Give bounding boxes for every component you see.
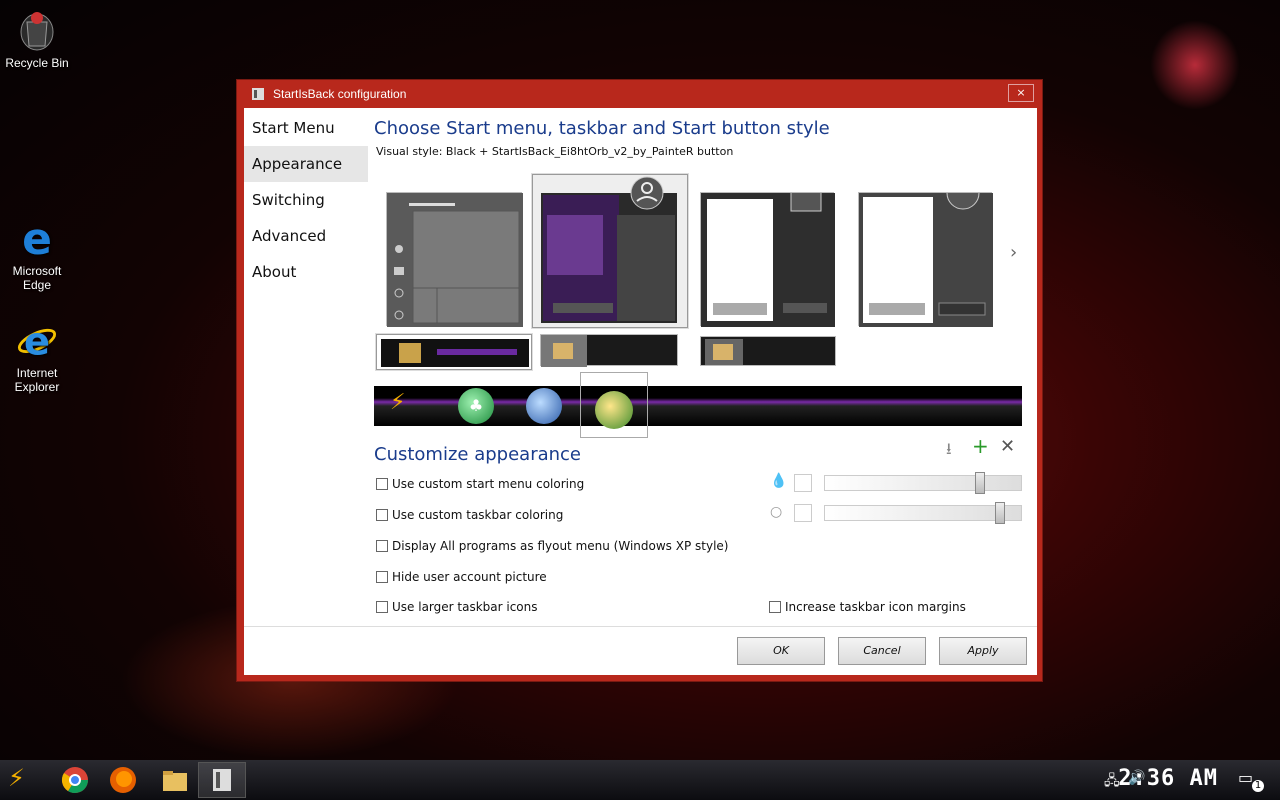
svg-text:e: e <box>24 319 50 363</box>
option-increase-icon-margins[interactable]: Increase taskbar icon margins <box>769 600 966 614</box>
desktop-icon-label: Internet Explorer <box>14 366 60 394</box>
chrome-icon[interactable] <box>60 765 90 795</box>
cancel-button[interactable]: Cancel <box>838 637 926 665</box>
recycle-bin-icon <box>15 8 59 52</box>
edge-icon: e <box>15 216 59 260</box>
svg-text:e: e <box>22 216 52 260</box>
firefox-icon[interactable] <box>108 765 138 795</box>
start-menu-color-swatch[interactable] <box>794 474 812 492</box>
checkbox[interactable] <box>376 478 388 490</box>
settings-nav: Start Menu Appearance Switching Advanced… <box>244 108 368 628</box>
start-button-style-3[interactable] <box>526 388 562 424</box>
option-label: Increase taskbar icon margins <box>785 600 966 614</box>
start-menu-style-4[interactable] <box>858 176 993 327</box>
taskbar: ⚡ 🖧 🔊 2:36 AM ▭ 1 <box>0 760 1280 800</box>
taskbar-style-3[interactable] <box>700 336 836 366</box>
outline-drop-icon: ○ <box>770 504 783 520</box>
app-icon <box>252 88 264 100</box>
filled-drop-icon: 💧 <box>770 473 788 489</box>
page-title: Choose Start menu, taskbar and Start but… <box>374 118 830 139</box>
desktop-icon-microsoft-edge[interactable]: e Microsoft Edge <box>0 216 74 292</box>
taskbar-style-2[interactable] <box>540 334 678 367</box>
slider-thumb[interactable] <box>995 502 1005 524</box>
start-button-style-2[interactable]: ♣ <box>458 388 494 424</box>
checkbox[interactable] <box>376 540 388 552</box>
customize-heading: Customize appearance <box>374 444 581 465</box>
start-button-strip: ⚡ ♣ <box>374 372 1022 438</box>
option-custom-taskbar-coloring[interactable]: Use custom taskbar coloring <box>376 508 563 522</box>
option-hide-user-picture[interactable]: Hide user account picture <box>376 570 547 584</box>
checkbox[interactable] <box>376 509 388 521</box>
option-label: Use larger taskbar icons <box>392 600 538 614</box>
clock[interactable]: 2:36 AM <box>1118 766 1218 791</box>
start-menu-style-3[interactable] <box>700 180 835 327</box>
checkbox[interactable] <box>376 601 388 613</box>
next-styles-arrow-icon[interactable]: › <box>1010 242 1017 263</box>
start-menu-opacity-slider[interactable] <box>824 472 1022 494</box>
speech-bubble-icon: ▭ <box>1238 768 1254 787</box>
window-title: StartIsBack configuration <box>273 87 407 101</box>
option-label: Use custom start menu coloring <box>392 477 585 491</box>
start-menu-style-2-selected[interactable] <box>532 174 688 328</box>
taskbar-style-1-selected[interactable] <box>376 334 532 370</box>
option-label: Hide user account picture <box>392 570 547 584</box>
nav-item-about[interactable]: About <box>244 254 368 290</box>
window-client-area: Start Menu Appearance Switching Advanced… <box>244 108 1037 675</box>
desktop-icon-internet-explorer[interactable]: e Internet Explorer <box>0 318 74 394</box>
nav-item-appearance[interactable]: Appearance <box>244 146 368 182</box>
start-button[interactable]: ⚡ <box>8 764 40 796</box>
option-label: Display All programs as flyout menu (Win… <box>392 539 729 553</box>
option-larger-taskbar-icons[interactable]: Use larger taskbar icons <box>376 600 538 614</box>
remove-icon[interactable]: ✕ <box>1000 436 1015 457</box>
background-glow <box>1150 20 1240 110</box>
start-button-style-4-selected[interactable] <box>580 372 648 438</box>
taskbar-opacity-slider[interactable] <box>824 502 1022 524</box>
notification-count: 1 <box>1252 780 1264 792</box>
file-explorer-icon[interactable] <box>160 765 190 795</box>
apply-button[interactable]: Apply <box>939 637 1027 665</box>
checkbox[interactable] <box>769 601 781 613</box>
option-label: Use custom taskbar coloring <box>392 508 564 522</box>
close-button[interactable]: × <box>1008 84 1034 102</box>
nav-item-advanced[interactable]: Advanced <box>244 218 368 254</box>
start-button-style-1[interactable]: ⚡ <box>390 390 426 422</box>
add-icon[interactable]: + <box>972 434 989 458</box>
startisback-config-window: StartIsBack configuration × Start Menu A… <box>236 79 1043 682</box>
nav-item-start-menu[interactable]: Start Menu <box>244 110 368 146</box>
checkbox[interactable] <box>376 571 388 583</box>
visual-style-label: Visual style: Black + StartIsBack_Ei8htO… <box>376 145 734 158</box>
window-titlebar[interactable]: StartIsBack configuration <box>237 80 1042 108</box>
option-all-programs-flyout[interactable]: Display All programs as flyout menu (Win… <box>376 539 728 553</box>
network-icon[interactable]: 🖧 <box>1104 770 1120 794</box>
start-menu-style-1[interactable] <box>386 192 523 327</box>
notification-icon[interactable]: ▭ 1 <box>1238 768 1264 792</box>
option-custom-start-menu-coloring[interactable]: Use custom start menu coloring <box>376 477 584 491</box>
taskbar-color-swatch[interactable] <box>794 504 812 522</box>
slider-thumb[interactable] <box>975 472 985 494</box>
desktop-icon-recycle-bin[interactable]: Recycle Bin <box>0 8 74 70</box>
internet-explorer-icon: e <box>15 318 59 363</box>
download-icon[interactable]: ⭳ <box>946 438 952 465</box>
ok-button[interactable]: OK <box>737 637 825 665</box>
appearance-panel: Choose Start menu, taskbar and Start but… <box>374 108 1034 628</box>
desktop-icon-label: Microsoft Edge <box>12 264 62 292</box>
desktop-icon-label: Recycle Bin <box>5 56 69 70</box>
footer-divider <box>244 626 1037 627</box>
active-window-button[interactable] <box>198 762 246 798</box>
nav-item-switching[interactable]: Switching <box>244 182 368 218</box>
